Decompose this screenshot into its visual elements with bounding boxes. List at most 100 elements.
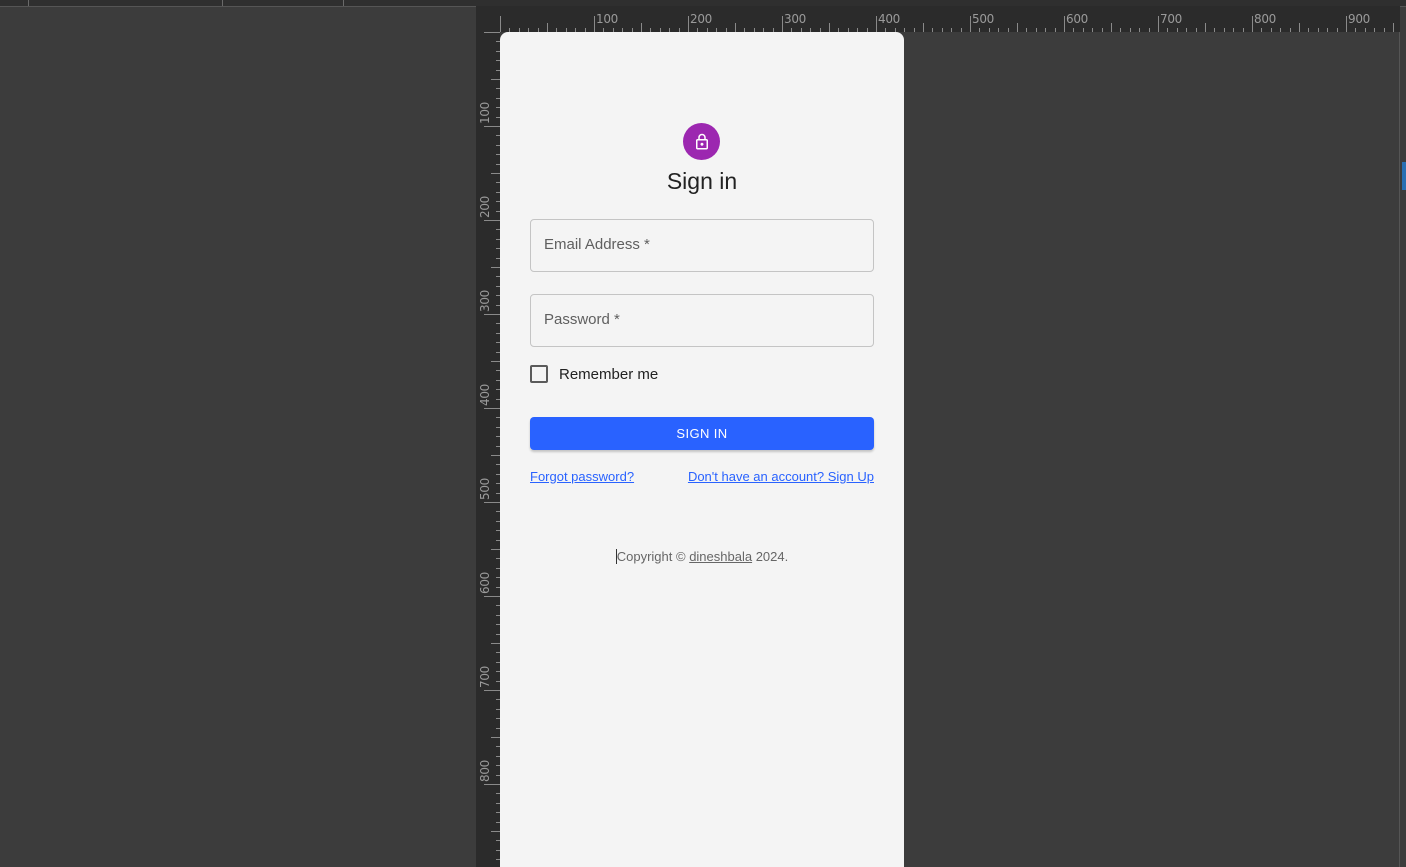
ruler-tick <box>1364 28 1366 32</box>
ruler-tick <box>1139 28 1141 32</box>
ruler-label: 300 <box>784 12 807 26</box>
ruler-label: 100 <box>478 101 492 124</box>
remember-checkbox[interactable] <box>530 365 548 383</box>
ruler-tick <box>1129 28 1131 32</box>
ruler-tick <box>913 28 915 32</box>
ruler-label: 900 <box>1348 12 1371 26</box>
ruler-label: 200 <box>478 195 492 218</box>
remember-label[interactable]: Remember me <box>559 366 658 383</box>
ruler-tick <box>1101 28 1103 32</box>
ruler-tick <box>484 314 500 315</box>
ruler-tick <box>491 173 500 174</box>
sign-up-link[interactable]: Don't have an account? Sign Up <box>688 469 874 484</box>
ruler-label: 700 <box>1160 12 1183 26</box>
ruler-label: 600 <box>478 571 492 594</box>
canvas-right-edge <box>1399 32 1400 867</box>
ruler-tick <box>1299 23 1300 32</box>
ruler-tick <box>1327 28 1329 32</box>
ruler-tick <box>491 737 500 738</box>
ruler-tick <box>1214 28 1216 32</box>
ruler-tick <box>484 690 500 691</box>
forgot-password-link[interactable]: Forgot password? <box>530 469 634 484</box>
ruler-label: 300 <box>478 289 492 312</box>
ruler-tick <box>1374 28 1376 32</box>
sign-in-button[interactable]: SIGN IN <box>530 417 874 450</box>
ruler-tick <box>491 455 500 456</box>
ruler-tick <box>1045 28 1047 32</box>
ruler-tick <box>782 16 783 32</box>
ruler-label: 400 <box>478 383 492 406</box>
ruler-tick <box>484 502 500 503</box>
ruler-tick <box>1289 28 1291 32</box>
ruler-tick <box>1064 16 1065 32</box>
ruler-tick <box>1252 16 1253 32</box>
ruler-tick <box>688 16 689 32</box>
email-field[interactable]: Email Address * <box>530 219 874 272</box>
ruler-tick <box>491 361 500 362</box>
ruler-tick <box>1336 28 1338 32</box>
password-field[interactable]: Password * <box>530 294 874 347</box>
ruler-tick <box>876 16 877 32</box>
ruler-tick <box>484 126 500 127</box>
ruler-tick <box>979 28 981 32</box>
ruler-tick <box>932 28 934 32</box>
ruler-tick <box>735 23 736 32</box>
ruler-tick <box>1158 16 1159 32</box>
ruler-label: 600 <box>1066 12 1089 26</box>
ruler-tick <box>1233 28 1235 32</box>
ruler-label: 100 <box>596 12 619 26</box>
horizontal-ruler[interactable]: 100 200 300 400 500 600 700 800 900 <box>476 6 1400 32</box>
ruler-tick <box>484 596 500 597</box>
ruler-tick <box>641 23 642 32</box>
ruler-tick <box>1242 28 1244 32</box>
ruler-tick <box>1148 28 1150 32</box>
strip-tick <box>222 0 223 6</box>
ruler-tick <box>970 16 971 32</box>
ruler-tick <box>941 28 943 32</box>
ruler-tick <box>960 28 962 32</box>
copyright-year: 2024. <box>755 549 789 564</box>
ruler-tick <box>1346 16 1347 32</box>
ruler-tick <box>500 16 501 32</box>
ruler-tick <box>484 220 500 221</box>
ruler-tick <box>1195 28 1197 32</box>
ruler-tick <box>1261 28 1263 32</box>
ruler-tick <box>829 23 830 32</box>
ruler-tick <box>988 28 990 32</box>
scroll-indicator[interactable] <box>1402 162 1406 190</box>
ruler-tick <box>1186 28 1188 32</box>
ruler-tick <box>484 408 500 409</box>
ruler-tick <box>1017 23 1018 32</box>
ruler-tick <box>484 784 500 785</box>
page-title: Sign in <box>666 168 738 194</box>
ruler-label: 700 <box>478 665 492 688</box>
ruler-tick <box>951 28 953 32</box>
copyright-prefix: Copyright © <box>616 549 686 564</box>
password-input[interactable] <box>531 295 873 346</box>
avatar <box>683 123 720 160</box>
ruler-tick <box>904 28 906 32</box>
author-link[interactable]: dineshbala <box>689 549 752 564</box>
ruler-tick <box>1205 23 1206 32</box>
ruler-tick <box>1054 28 1056 32</box>
ruler-tick <box>1223 28 1225 32</box>
ruler-tick <box>998 28 1000 32</box>
ruler-tick <box>1317 28 1319 32</box>
ruler-tick <box>1355 28 1357 32</box>
ruler-tick <box>594 16 595 32</box>
ruler-tick <box>491 267 500 268</box>
ruler-tick <box>1026 28 1028 32</box>
ruler-tick <box>1270 28 1272 32</box>
ruler-tick <box>1120 28 1122 32</box>
ruler-tick <box>491 79 500 80</box>
remember-me[interactable]: Remember me <box>530 365 658 383</box>
ruler-tick <box>1035 28 1037 32</box>
ruler-tick <box>1308 28 1310 32</box>
ruler-tick <box>1393 23 1394 32</box>
ruler-tick <box>1007 28 1009 32</box>
email-input[interactable] <box>531 220 873 271</box>
ruler-tick <box>547 23 548 32</box>
vertical-ruler[interactable]: 100 200 300 400 500 600 700 800 <box>476 32 500 867</box>
strip-tick <box>28 0 29 6</box>
ruler-label: 800 <box>1254 12 1277 26</box>
